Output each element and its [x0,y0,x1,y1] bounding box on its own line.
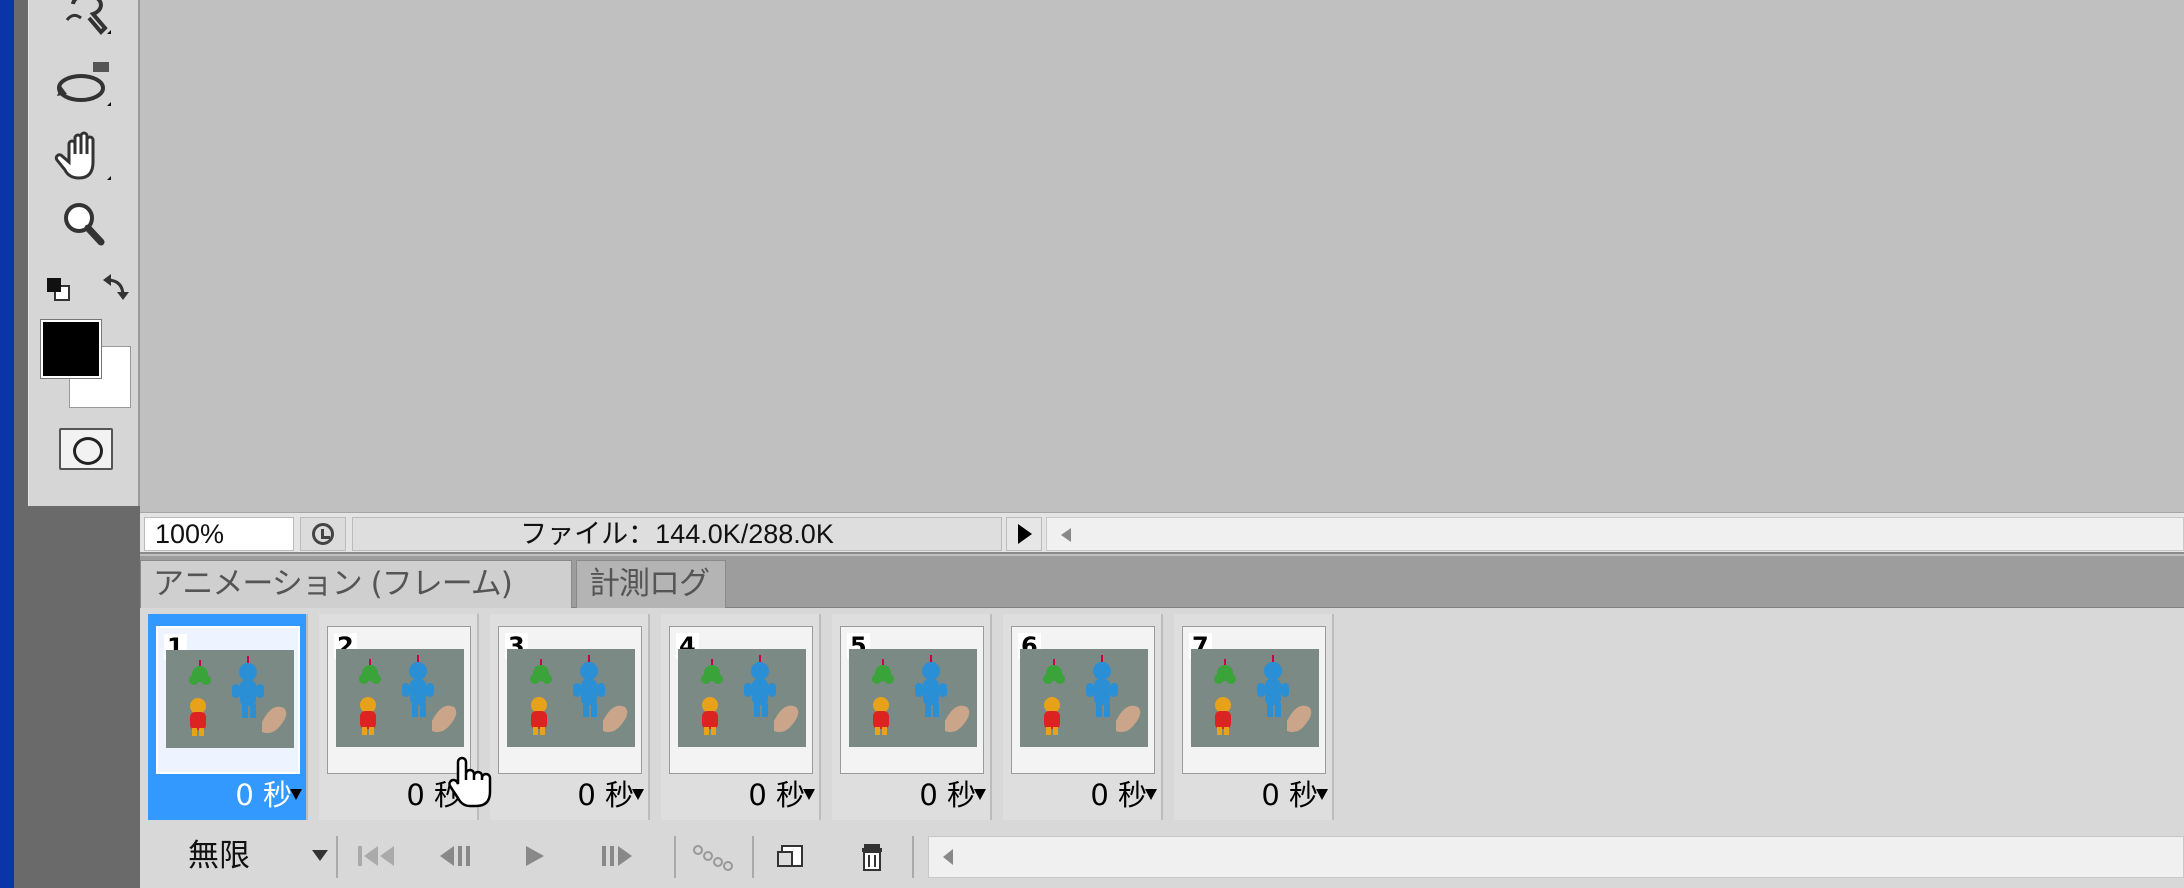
toolbar-divider [674,836,676,878]
delay-dropdown-arrow-icon[interactable] [1145,789,1157,800]
toolbar-divider [752,836,754,878]
frame-delay-label: 0 秒 [1090,778,1147,812]
frame-thumbnail-box: 5 [840,626,984,774]
tab-animation-frames[interactable]: アニメーション (フレーム) [140,560,572,608]
zoom-level-field[interactable]: 100% [144,517,294,551]
swap-colors-icon[interactable] [103,274,129,300]
frames-scrollbar[interactable] [928,836,2184,878]
frame-thumbnail [678,649,806,747]
animation-frame[interactable]: 1 0 秒 [148,614,308,820]
frame-delay-label: 0 秒 [748,778,805,812]
quick-selection-icon[interactable] [53,0,115,42]
quick-mask-icon[interactable] [59,428,113,470]
frame-thumbnail-box: 3 [498,626,642,774]
frame-thumbnail-box: 7 [1182,626,1326,774]
frame-delay-label: 0 秒 [235,778,292,812]
file-size-info: ファイル：144.0K/288.0K [352,517,1002,551]
status-bar: 100% ファイル：144.0K/288.0K [140,512,2184,554]
toolbar-divider [912,836,914,878]
color-controls [41,270,137,310]
scroll-left-icon[interactable] [1061,528,1071,542]
frame-thumbnail [1191,649,1319,747]
delay-dropdown-arrow-icon[interactable] [632,789,644,800]
play-icon[interactable] [510,836,562,876]
frame-thumbnail [507,649,635,747]
delay-dropdown-arrow-icon[interactable] [974,789,986,800]
default-colors-icon[interactable] [47,278,70,301]
frame-delay-label: 0 秒 [919,778,976,812]
scroll-left-icon[interactable] [943,849,953,865]
animation-frame[interactable]: 4 0 秒 [661,614,821,820]
frame-thumbnail [166,650,294,748]
status-menu-arrow-icon[interactable] [1006,517,1042,551]
trash-icon[interactable] [846,836,898,876]
animation-frame[interactable]: 3 0 秒 [490,614,650,820]
loop-options-select[interactable]: 無限 [148,836,328,876]
tween-icon[interactable] [686,836,738,876]
frame-thumbnail [336,649,464,747]
frame-thumbnail-box: 6 [1011,626,1155,774]
foreground-color-swatch[interactable] [40,319,102,379]
animation-panel: アニメーション (フレーム) 計測ログ 1 0 秒 2 0 秒 3 0 秒 4 … [140,556,2184,888]
document-canvas[interactable] [140,0,2184,512]
animation-frame[interactable]: 6 0 秒 [1003,614,1163,820]
previous-frame-icon[interactable] [430,836,482,876]
tab-measurement-log[interactable]: 計測ログ [576,560,726,608]
frame-delay-label: 0 秒 [577,778,634,812]
delay-dropdown-arrow-icon[interactable] [803,789,815,800]
toolbar-divider [336,836,338,878]
hand-icon[interactable] [53,128,115,184]
loop-option-label: 無限 [188,838,250,874]
frame-thumbnail-box: 1 [156,626,300,774]
horizontal-scrollbar[interactable] [1046,517,2184,551]
rotate-view-icon[interactable] [53,56,115,112]
delay-dropdown-arrow-icon[interactable] [290,789,302,800]
delay-dropdown-arrow-icon[interactable] [1316,789,1328,800]
chevron-down-icon [312,850,328,861]
frame-thumbnail [1020,649,1148,747]
frame-thumbnail [849,649,977,747]
next-frame-icon[interactable] [592,836,644,876]
animation-frame[interactable]: 5 0 秒 [832,614,992,820]
hand-cursor-icon [448,756,492,808]
animation-toolbar: 無限 [140,826,2184,888]
frame-thumbnail-box: 4 [669,626,813,774]
desktop-edge [0,0,14,888]
new-frame-icon[interactable] [766,836,818,876]
panel-tab-bar: アニメーション (フレーム) 計測ログ [140,556,2184,608]
first-frame-icon[interactable] [352,836,404,876]
zoom-icon[interactable] [53,196,115,252]
animation-frame[interactable]: 7 0 秒 [1174,614,1334,820]
status-info-icon[interactable] [300,517,346,551]
tools-panel [28,0,140,506]
frame-delay-label: 0 秒 [1261,778,1318,812]
